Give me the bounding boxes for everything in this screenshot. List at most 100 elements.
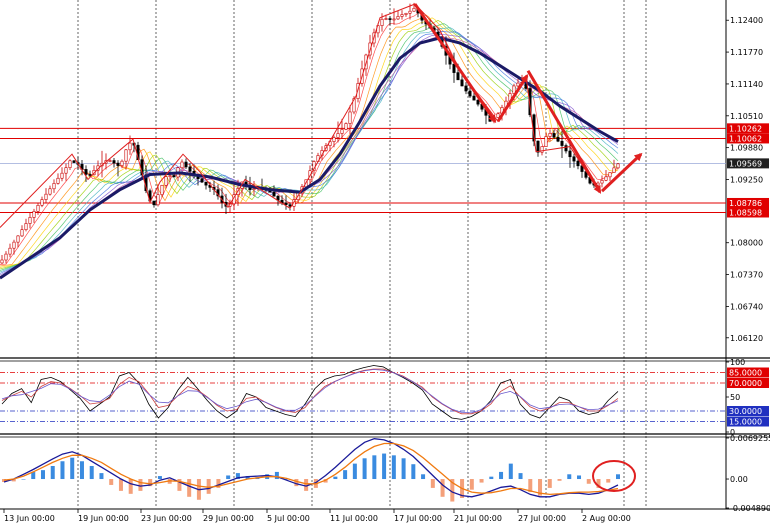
time-tick-label: 19 Jun 00:00	[78, 514, 129, 523]
macd-histogram-bar	[343, 470, 348, 480]
candle-body	[556, 136, 560, 142]
candle-body	[544, 136, 548, 147]
candle-body	[496, 113, 500, 118]
macd-histogram-bar	[40, 470, 45, 480]
price-level-badge-label: 1.10062	[729, 134, 762, 143]
candle-body	[552, 133, 556, 138]
candle-body	[608, 172, 612, 178]
macd-histogram-bar	[362, 458, 367, 480]
price-axis-tick-label: 1.09250	[730, 176, 763, 185]
macd-histogram-bar	[479, 479, 484, 483]
candle-body	[40, 199, 44, 206]
macd-histogram-bar	[421, 474, 426, 480]
candle-body	[112, 160, 116, 164]
macd-histogram-bar	[99, 473, 104, 480]
candle-body	[408, 10, 412, 14]
candle-body	[600, 180, 604, 184]
time-tick-label: 23 Jun 00:00	[141, 514, 192, 523]
candle-body	[168, 175, 172, 177]
macd-histogram-bar	[440, 479, 445, 497]
price-level-badge-label: 1.08598	[729, 208, 762, 217]
candle-body	[84, 169, 88, 175]
price-axis-tick-label: 1.12400	[730, 16, 763, 25]
candle-body	[44, 193, 48, 200]
macd-histogram-bar	[21, 479, 26, 480]
candle-body	[204, 181, 208, 186]
candle-body	[108, 160, 112, 162]
candle-body	[48, 188, 52, 195]
candle-body	[252, 188, 256, 190]
candle-body	[548, 133, 552, 137]
chart-canvas[interactable]: 1.12400 1.11770 1.11140 1.10510 1.09880 1.092…	[0, 0, 770, 525]
macd-histogram-bar	[567, 474, 572, 480]
stoch-level-badge-label: 30.0000	[729, 407, 762, 416]
candle-body	[172, 175, 176, 178]
macd-histogram-bar	[352, 463, 357, 480]
macd-histogram-bar	[547, 479, 552, 488]
candle-body	[152, 200, 156, 206]
price-axis-tick-label: 1.10510	[730, 112, 763, 121]
candle-body	[332, 137, 336, 142]
candle-body	[340, 129, 344, 134]
macd-histogram-bar	[118, 479, 123, 491]
candle-body	[452, 63, 456, 73]
time-tick-label: 5 Jul 00:00	[267, 514, 310, 523]
candle-body	[468, 90, 472, 97]
macd-histogram-bar	[606, 479, 611, 483]
macd-histogram-bar	[557, 479, 562, 481]
stoch-axis-tick-label: 50	[730, 393, 740, 402]
candle-body	[564, 145, 568, 152]
macd-histogram-bar	[401, 458, 406, 480]
macd-axis-tick-label: 0.0069255	[730, 434, 770, 443]
candle-body	[388, 18, 392, 20]
candle-body	[392, 18, 396, 21]
macd-histogram-bar	[391, 455, 396, 480]
macd-histogram-bar	[382, 453, 387, 480]
candle-body	[36, 205, 40, 212]
candle-body	[284, 202, 288, 205]
price-level-badge-label: 1.09569	[729, 159, 762, 168]
macd-histogram-bar	[586, 479, 591, 484]
candle-body	[180, 161, 184, 169]
macd-histogram-bar	[157, 476, 162, 480]
candle-body	[380, 18, 384, 26]
candle-body	[4, 253, 8, 261]
candle-body	[64, 167, 68, 174]
candle-body	[412, 8, 416, 12]
macd-histogram-bar	[372, 455, 377, 480]
macd-histogram-bar	[508, 463, 513, 480]
candle-body	[28, 217, 32, 224]
stoch-axis-tick-label: 100	[730, 358, 745, 367]
candle-body	[68, 160, 72, 168]
candle-body	[12, 241, 16, 249]
time-tick-label: 21 Jul 00:00	[454, 514, 502, 523]
macd-histogram-bar	[294, 479, 299, 487]
candle-body	[200, 178, 204, 183]
macd-histogram-bar	[616, 474, 620, 480]
trading-chart[interactable]: 1.12400 1.11770 1.11140 1.10510 1.09880 1.092…	[0, 0, 770, 525]
macd-histogram-bar	[206, 479, 211, 494]
candle-body	[272, 191, 276, 197]
candle-body	[456, 72, 460, 81]
candle-body	[572, 156, 576, 162]
candle-body	[20, 229, 24, 237]
macd-axis-tick-label: 0.00	[730, 475, 748, 484]
candle-body	[60, 172, 64, 179]
macd-histogram-bar	[79, 461, 84, 480]
time-tick-label: 17 Jul 00:00	[394, 514, 442, 523]
macd-histogram-bar	[138, 479, 143, 491]
time-tick-label: 13 Jun 00:00	[4, 514, 55, 523]
price-axis-tick-label: 1.09880	[730, 144, 763, 153]
candle-body	[16, 235, 20, 243]
candle-body	[72, 160, 76, 163]
candle-body	[124, 149, 128, 162]
price-axis-tick-label: 1.06120	[730, 334, 763, 343]
candle-body	[336, 133, 340, 138]
price-axis-tick-label: 1.11140	[730, 80, 763, 89]
candle-body	[476, 99, 480, 105]
candle-body	[576, 160, 580, 167]
candle-body	[516, 82, 520, 87]
candle-body	[396, 16, 400, 20]
macd-histogram-bar	[128, 479, 133, 494]
candle-body	[560, 140, 564, 146]
